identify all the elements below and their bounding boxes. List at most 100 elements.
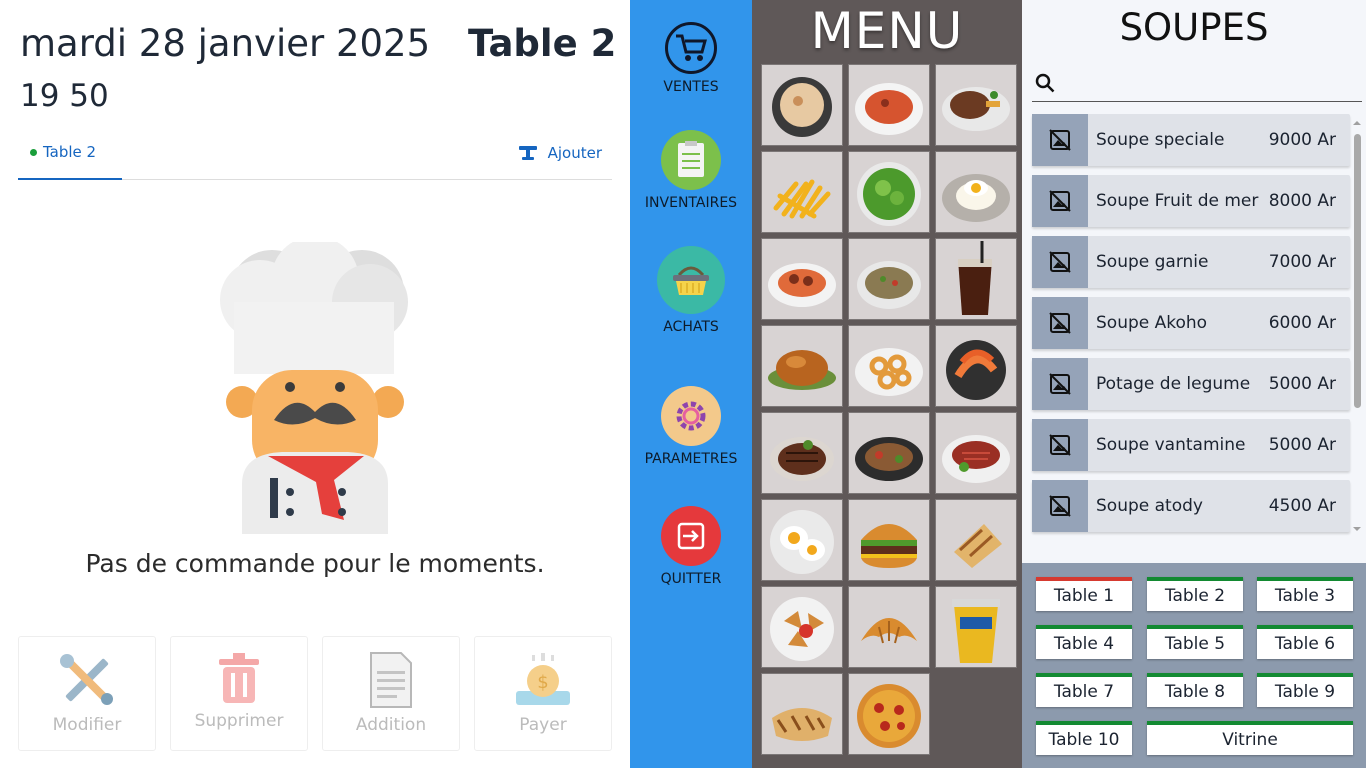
menu-panel: MENU [752,0,1022,768]
settings-icon [676,401,706,431]
menu-category-sliced-beef[interactable] [935,412,1017,494]
empty-order-message: Pas de commande pour le moments. [85,549,545,578]
croissant-icon [861,618,917,644]
search-icon [1035,73,1055,93]
cola-icon [958,241,992,315]
search-input[interactable] [1032,66,1362,102]
samosas-icon [770,597,834,661]
menu-category-panini[interactable] [761,673,843,755]
pay-label: Payer [519,715,567,735]
table-button-2[interactable]: Table 2 [1147,577,1243,611]
current-date: mardi 28 janvier 2025 [20,22,431,65]
table-button-10[interactable]: Table 10 [1036,721,1132,755]
tables-panel: Table 1 Table 2 Table 3 Table 4 Table 5 Table… [1022,563,1366,768]
tab-table-2[interactable]: Table 2 [18,134,122,180]
table-button-8[interactable]: Table 8 [1147,673,1243,707]
grilled-plate-icon [855,437,923,481]
bill-label: Addition [355,715,427,735]
add-label: Ajouter [547,144,602,162]
tab-label: Table 2 [43,143,97,161]
nav-achats[interactable]: ACHATS [630,246,752,335]
nav-ventes[interactable]: VENTES [630,22,752,95]
product-row[interactable]: Soupe Akoho 6000 Ar [1032,297,1350,349]
product-name: Soupe garnie [1096,252,1209,272]
menu-category-fried-rice[interactable] [848,238,930,320]
product-scrollbar[interactable] [1352,118,1362,536]
product-name: Soupe vantamine [1096,435,1246,455]
nav-label: QUITTER [660,571,722,587]
panini-icon [772,708,832,741]
exit-icon [677,522,705,550]
modify-label: Modifier [52,715,122,735]
steak-icon [942,87,1010,131]
product-row[interactable]: Soupe garnie 7000 Ar [1032,236,1350,288]
menu-category-cola[interactable] [935,238,1017,320]
wrap-icon [954,524,1002,568]
menu-category-burger[interactable] [848,499,930,581]
menu-category-shrimp[interactable] [935,325,1017,407]
menu-category-samosas[interactable] [761,586,843,668]
product-row[interactable]: Soupe Fruit de mer 8000 Ar [1032,175,1350,227]
menu-category-salad[interactable] [848,151,930,233]
product-name: Soupe speciale [1096,130,1225,150]
table-button-6[interactable]: Table 6 [1257,625,1353,659]
add-table-button[interactable]: Ajouter [518,144,602,162]
image-placeholder-icon [1032,358,1088,410]
rice-egg-icon [942,174,1010,222]
product-row[interactable]: Soupe vantamine 5000 Ar [1032,419,1350,471]
table-button-3[interactable]: Table 3 [1257,577,1353,611]
yogurt-icon [952,599,1000,663]
menu-category-calamari[interactable] [848,325,930,407]
product-row[interactable]: Soupe atody 4500 Ar [1032,480,1350,532]
category-title: SOUPES [1119,6,1269,49]
menu-category-grilled-meat[interactable] [761,412,843,494]
menu-category-roast-chicken[interactable] [761,325,843,407]
pay-button[interactable]: $ Payer [474,636,612,751]
payment-icon: $ [516,653,570,705]
grilled-meat-icon [770,437,834,481]
table-button-4[interactable]: Table 4 [1036,625,1132,659]
menu-category-wrap[interactable] [935,499,1017,581]
image-placeholder-icon [1032,236,1088,288]
product-price: 4500 Ar [1268,496,1336,516]
table-button-7[interactable]: Table 7 [1036,673,1132,707]
menu-category-fries[interactable] [761,151,843,233]
menu-category-spaghetti-meatballs[interactable] [761,238,843,320]
product-row[interactable]: Soupe speciale 9000 Ar [1032,114,1350,166]
table-button-1[interactable]: Table 1 [1036,577,1132,611]
menu-category-spaghetti[interactable] [848,64,930,146]
cart-icon [676,34,707,61]
menu-category-pizza[interactable] [848,673,930,755]
image-placeholder-icon [1032,297,1088,349]
menu-category-fried-eggs[interactable] [761,499,843,581]
nav-parametres[interactable]: PARAMETRES [630,386,752,467]
bill-button[interactable]: Addition [322,636,460,751]
trash-icon [219,653,259,703]
menu-category-rice-egg[interactable] [935,151,1017,233]
table-button-5[interactable]: Table 5 [1147,625,1243,659]
product-panel: SOUPES Soupe speciale 9000 Ar Soupe Fruit … [1022,0,1366,563]
nav-inventaires[interactable]: INVENTAIRES [630,130,752,211]
basket-icon [673,266,709,295]
fried-rice-icon [857,261,921,309]
product-price: 5000 Ar [1268,374,1336,394]
delete-button[interactable]: Supprimer [170,636,308,751]
menu-category-soup-bowl[interactable] [761,64,843,146]
fried-eggs-icon [770,510,834,574]
menu-category-grilled-plate[interactable] [848,412,930,494]
product-name: Soupe atody [1096,496,1203,516]
nav-label: INVENTAIRES [644,195,738,211]
nav-quitter[interactable]: QUITTER [630,506,752,587]
table-button-11[interactable]: Vitrine [1147,721,1353,755]
svg-text:$: $ [537,672,548,693]
spaghetti-icon [855,83,923,135]
menu-category-yogurt[interactable] [935,586,1017,668]
menu-category-croissant[interactable] [848,586,930,668]
table-button-9[interactable]: Table 9 [1257,673,1353,707]
salad-icon [857,162,921,226]
modify-button[interactable]: Modifier [18,636,156,751]
menu-category-steak[interactable] [935,64,1017,146]
scrollbar-thumb[interactable] [1354,134,1361,408]
image-placeholder-icon [1032,480,1088,532]
product-row[interactable]: Potage de legume 5000 Ar [1032,358,1350,410]
